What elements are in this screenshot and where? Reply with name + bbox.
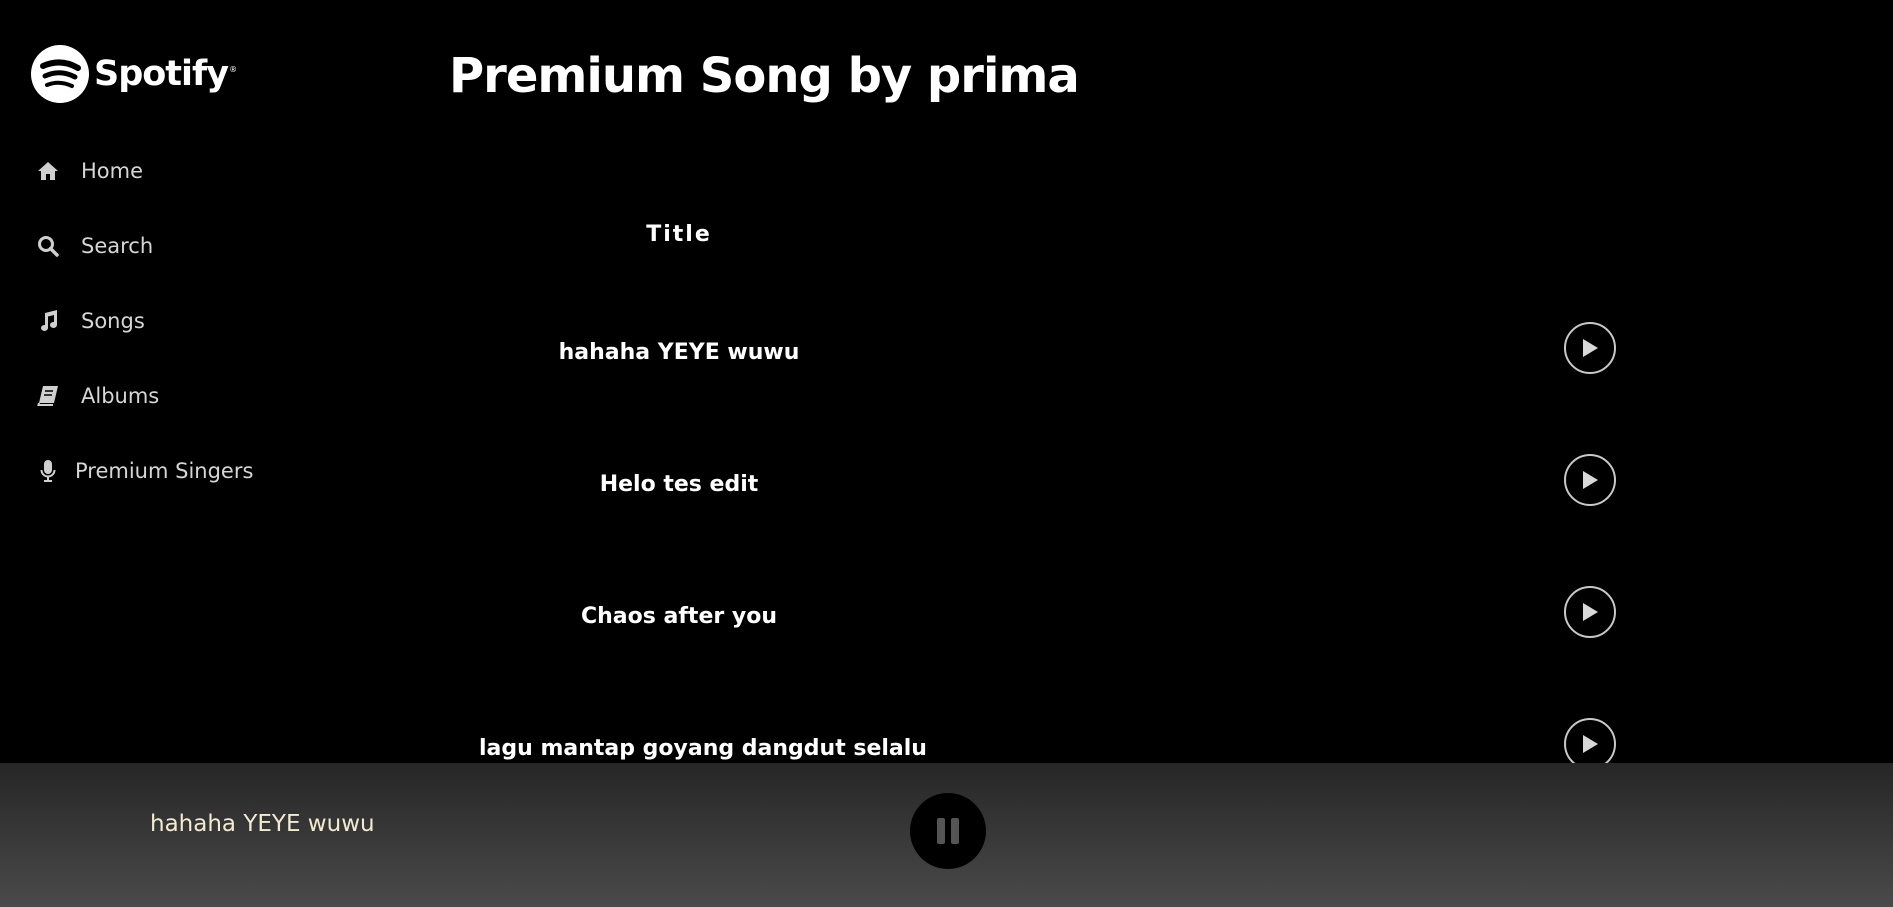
home-icon bbox=[36, 159, 60, 183]
play-button[interactable] bbox=[1564, 454, 1616, 506]
spotify-logo-icon bbox=[31, 45, 89, 103]
sidebar-item-premium-singers[interactable]: Premium Singers bbox=[36, 451, 253, 491]
song-title: Chaos after you bbox=[580, 604, 777, 629]
song-title: lagu mantap goyang dangdut selalu bbox=[479, 736, 927, 761]
column-header-title: Title bbox=[646, 222, 712, 247]
play-icon bbox=[1583, 471, 1598, 489]
sidebar-item-label: Songs bbox=[81, 309, 145, 333]
sidebar-item-label: Albums bbox=[81, 384, 160, 408]
play-button[interactable] bbox=[1564, 586, 1616, 638]
spotify-logo[interactable]: Spotify® bbox=[31, 44, 237, 104]
spotify-wordmark: Spotify® bbox=[94, 54, 237, 94]
sidebar-item-albums[interactable]: Albums bbox=[36, 376, 159, 416]
app-window: Spotify® Home Search Songs Albums Premiu… bbox=[0, 0, 1893, 907]
sidebar-item-label: Search bbox=[81, 234, 154, 258]
song-row: hahaha YEYE wuwu bbox=[449, 310, 1649, 390]
microphone-icon bbox=[36, 459, 60, 483]
search-icon bbox=[36, 234, 60, 258]
sidebar-item-label: Premium Singers bbox=[75, 459, 254, 483]
play-icon bbox=[1583, 339, 1598, 357]
pause-button[interactable] bbox=[910, 793, 986, 869]
sidebar-item-songs[interactable]: Songs bbox=[36, 301, 145, 341]
song-title: Helo tes edit bbox=[599, 472, 759, 497]
play-icon bbox=[1583, 735, 1598, 753]
play-button[interactable] bbox=[1564, 322, 1616, 374]
sidebar-item-search[interactable]: Search bbox=[36, 226, 153, 266]
song-row: Chaos after you bbox=[449, 574, 1649, 654]
book-icon bbox=[36, 384, 60, 408]
play-icon bbox=[1583, 603, 1598, 621]
song-row: Helo tes edit bbox=[449, 442, 1649, 522]
music-note-icon bbox=[36, 309, 60, 333]
player-bar: hahaha YEYE wuwu bbox=[0, 763, 1893, 907]
sidebar-item-home[interactable]: Home bbox=[36, 151, 143, 191]
sidebar: Spotify® Home Search Songs Albums Premiu… bbox=[0, 0, 420, 763]
song-title: hahaha YEYE wuwu bbox=[558, 340, 800, 365]
now-playing-title: hahaha YEYE wuwu bbox=[150, 811, 375, 837]
pause-icon bbox=[937, 818, 959, 844]
page-title: Premium Song by prima bbox=[449, 48, 1080, 104]
sidebar-item-label: Home bbox=[81, 159, 144, 183]
